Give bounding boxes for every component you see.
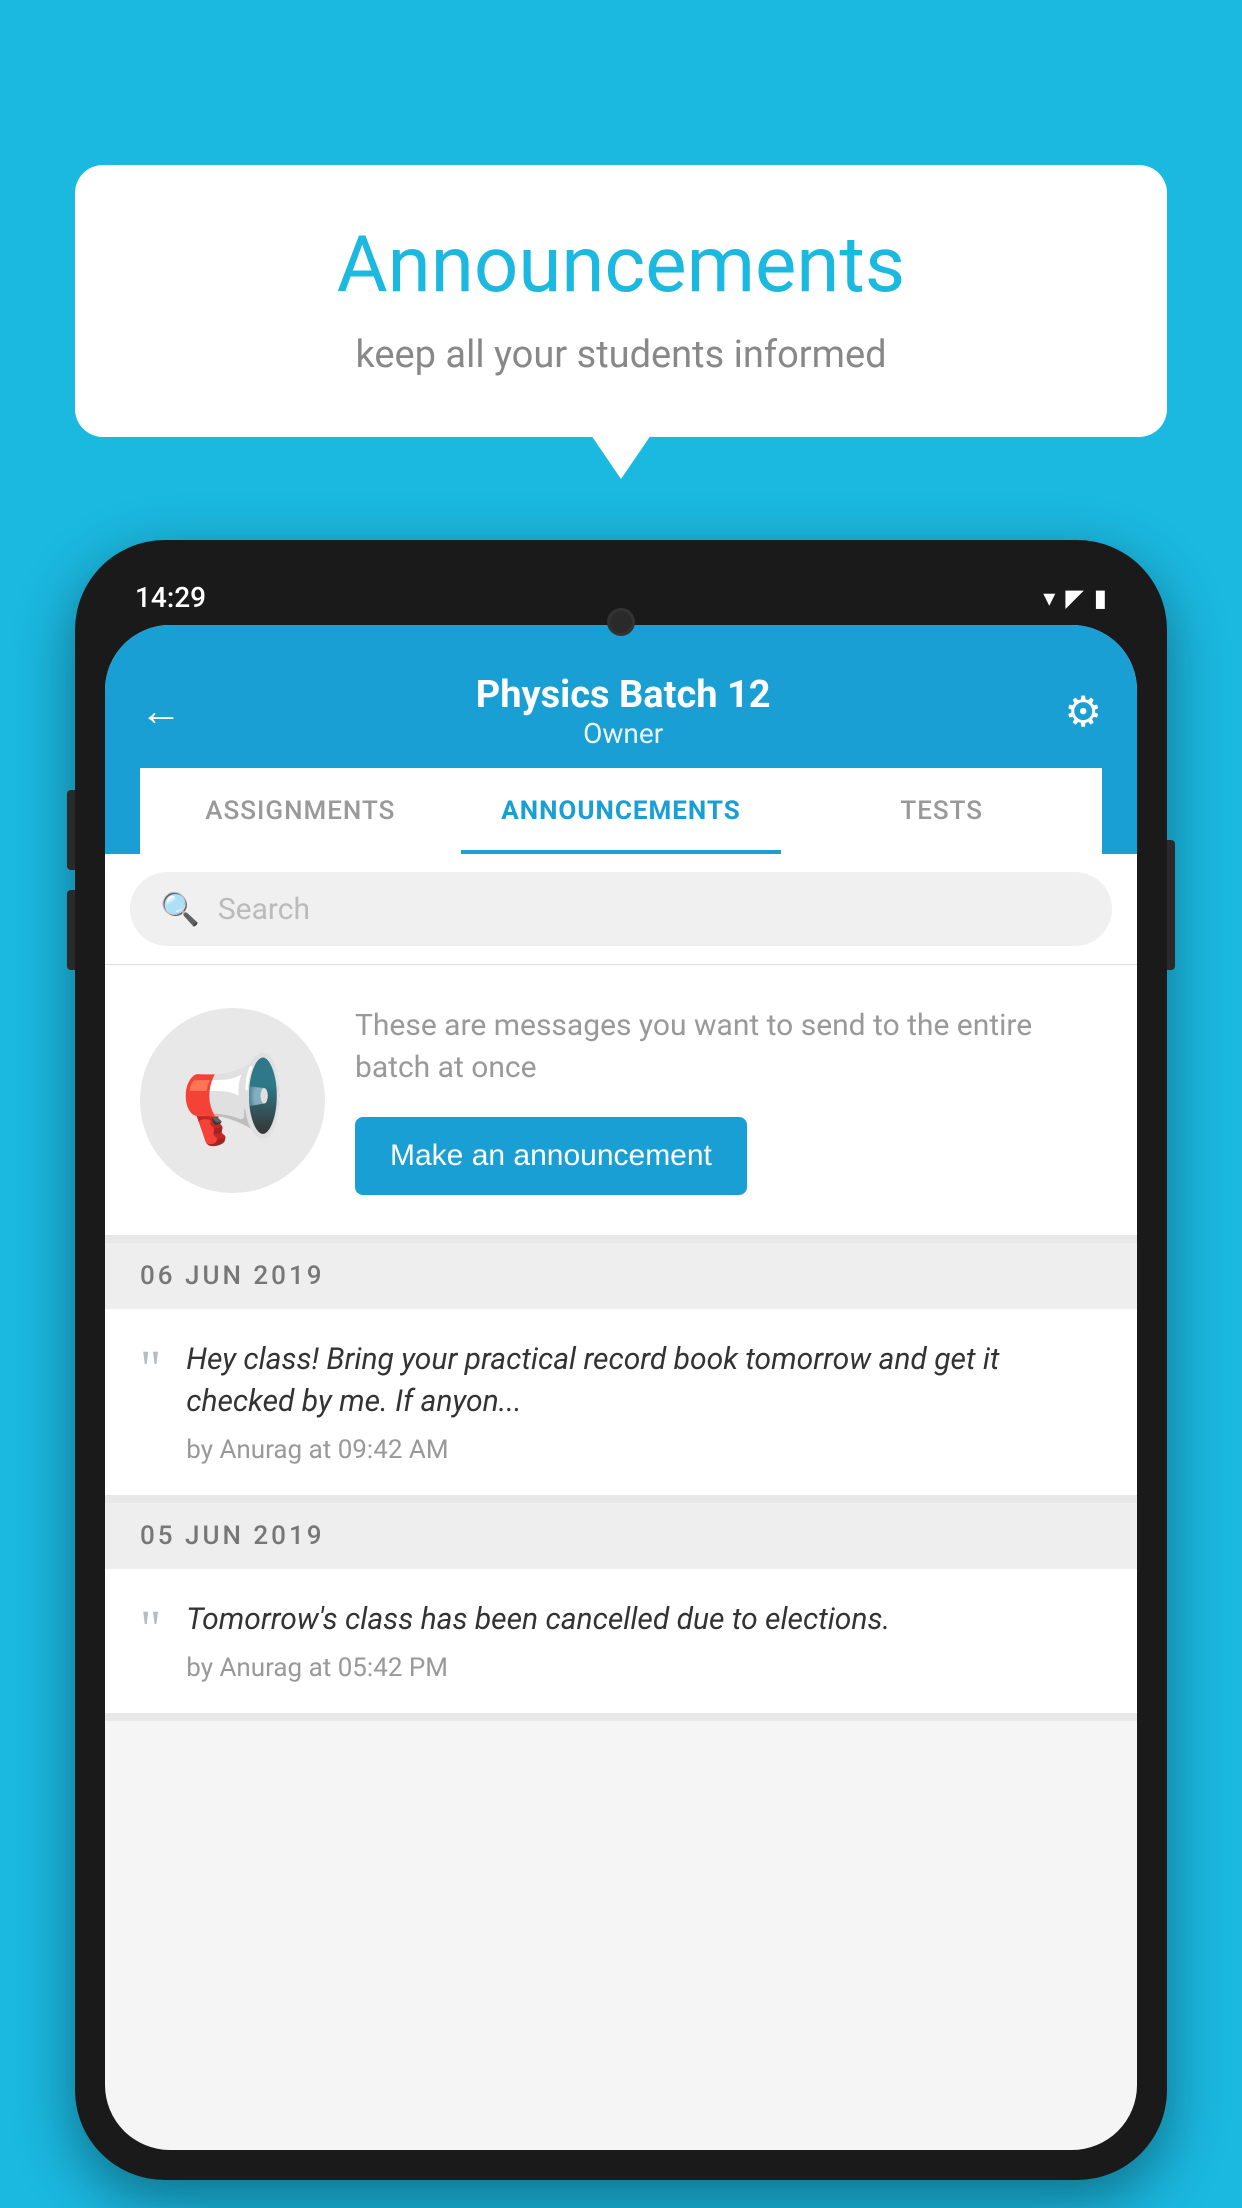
battery-icon: ▮ [1094, 584, 1107, 612]
announcement-text-2: Tomorrow's class has been cancelled due … [186, 1599, 1102, 1641]
speech-bubble-section: Announcements keep all your students inf… [75, 165, 1167, 437]
back-button[interactable]: ← [140, 687, 182, 736]
date-separator-1: 06 JUN 2019 [105, 1243, 1137, 1309]
announcement-item-1[interactable]: " Hey class! Bring your practical record… [105, 1309, 1137, 1503]
speech-bubble: Announcements keep all your students inf… [75, 165, 1167, 437]
search-icon: 🔍 [160, 890, 200, 928]
quote-icon-2: " [140, 1604, 161, 1656]
phone-container: 14:29 ▾ ◤ ▮ ← Physics Batch 12 Owner ⚙ [75, 540, 1167, 2208]
header-title-group: Physics Batch 12 Owner [182, 673, 1064, 750]
batch-subtitle: Owner [182, 717, 1064, 750]
volume-down-button [67, 890, 75, 970]
power-button [1167, 840, 1175, 970]
wifi-icon: ▾ [1043, 584, 1055, 612]
announcement-meta-1: by Anurag at 09:42 AM [186, 1435, 1102, 1465]
announcement-description: These are messages you want to send to t… [355, 1005, 1102, 1089]
tab-announcements[interactable]: ANNOUNCEMENTS [461, 768, 782, 854]
announcement-right: These are messages you want to send to t… [355, 1005, 1102, 1195]
app-header: ← Physics Batch 12 Owner ⚙ ASSIGNMENTS A… [105, 625, 1137, 854]
volume-up-button [67, 790, 75, 870]
phone-frame: 14:29 ▾ ◤ ▮ ← Physics Batch 12 Owner ⚙ [75, 540, 1167, 2180]
front-camera [607, 608, 635, 636]
header-top: ← Physics Batch 12 Owner ⚙ [140, 643, 1102, 768]
date-separator-2: 05 JUN 2019 [105, 1503, 1137, 1569]
announcement-item-2[interactable]: " Tomorrow's class has been cancelled du… [105, 1569, 1137, 1721]
announcement-meta-2: by Anurag at 05:42 PM [186, 1653, 1102, 1683]
phone-notch [541, 570, 701, 605]
search-placeholder: Search [218, 892, 310, 927]
phone-screen: ← Physics Batch 12 Owner ⚙ ASSIGNMENTS A… [105, 625, 1137, 2150]
search-container: 🔍 Search [105, 854, 1137, 965]
bubble-subtitle: keep all your students informed [135, 333, 1107, 377]
search-bar[interactable]: 🔍 Search [130, 872, 1112, 946]
status-icons: ▾ ◤ ▮ [1043, 584, 1107, 612]
bubble-title: Announcements [135, 220, 1107, 311]
make-announcement-button[interactable]: Make an announcement [355, 1117, 747, 1195]
signal-icon: ◤ [1065, 584, 1083, 612]
announcement-icon-circle: 📢 [140, 1008, 325, 1193]
status-time: 14:29 [135, 581, 206, 614]
quote-icon-1: " [140, 1344, 161, 1396]
announcement-content-1: Hey class! Bring your practical record b… [186, 1339, 1102, 1465]
tab-tests[interactable]: TESTS [781, 768, 1102, 854]
megaphone-icon: 📢 [180, 1050, 286, 1150]
announcement-text-1: Hey class! Bring your practical record b… [186, 1339, 1102, 1423]
batch-title: Physics Batch 12 [182, 673, 1064, 717]
announcement-prompt: 📢 These are messages you want to send to… [105, 965, 1137, 1243]
settings-button[interactable]: ⚙ [1064, 687, 1102, 737]
tab-assignments[interactable]: ASSIGNMENTS [140, 768, 461, 854]
tabs-container: ASSIGNMENTS ANNOUNCEMENTS TESTS [140, 768, 1102, 854]
announcement-content-2: Tomorrow's class has been cancelled due … [186, 1599, 1102, 1683]
